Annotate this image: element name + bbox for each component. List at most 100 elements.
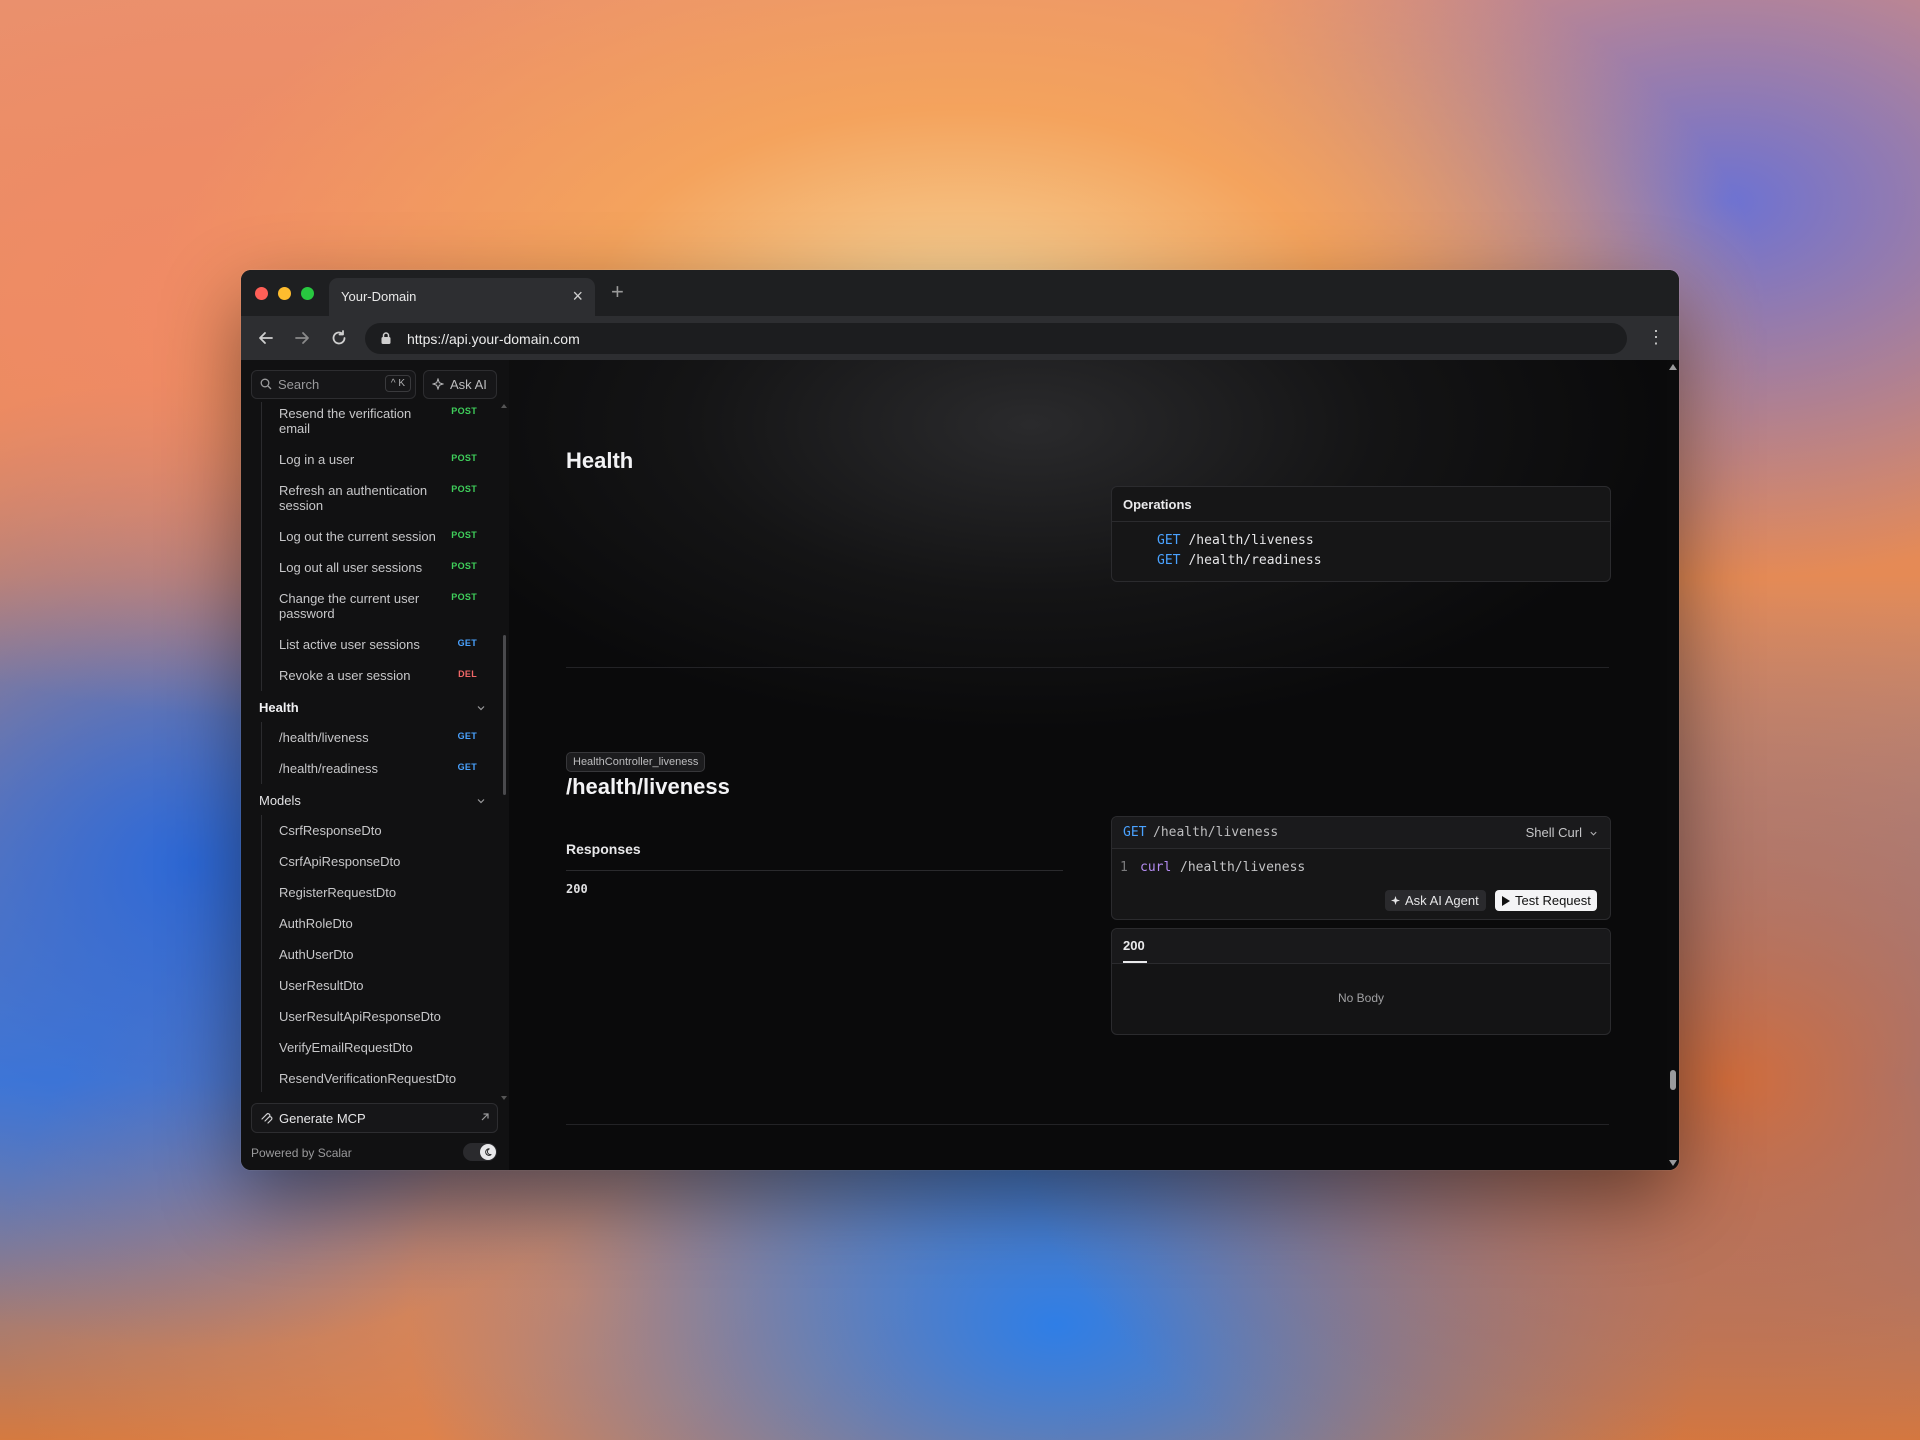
method-badge: GET: [457, 638, 477, 648]
tree-line: [261, 660, 262, 691]
operation-id-badge: HealthController_liveness: [566, 752, 706, 772]
sidebar-model-item[interactable]: ResendVerificationRequestDto: [251, 1063, 483, 1092]
back-icon[interactable]: [253, 325, 279, 351]
sidebar-item-label: Resend the verification email: [279, 406, 412, 436]
toggle-knob: [480, 1144, 496, 1160]
search-placeholder: Search: [278, 377, 320, 392]
method-badge: POST: [451, 406, 477, 416]
browser-menu-icon[interactable]: ⋮: [1647, 326, 1665, 348]
tab-title: Your-Domain: [341, 289, 417, 304]
response-tabs: 200: [1112, 929, 1610, 964]
sidebar-item-list-sessions[interactable]: List active user sessions GET: [251, 629, 483, 660]
sidebar-item-logout-current[interactable]: Log out the current session POST: [251, 521, 483, 552]
method-badge: POST: [451, 592, 477, 602]
tree-line: [261, 521, 262, 552]
external-link-icon: [481, 1113, 489, 1121]
tree-line: [261, 402, 262, 444]
sidebar-item-change-password[interactable]: Change the current user password POST: [251, 583, 483, 629]
chevron-down-icon: [477, 799, 485, 804]
sidebar-model-item[interactable]: UserResultDto: [251, 970, 483, 1001]
tree-line: [261, 939, 262, 970]
operation-link-liveness[interactable]: GET/health/liveness: [1157, 533, 1314, 548]
tree-line: [261, 583, 262, 629]
sidebar-item-login[interactable]: Log in a user POST: [251, 444, 483, 475]
sidebar-item-revoke-session[interactable]: Revoke a user session DEL: [251, 660, 483, 691]
request-header: GET /health/liveness Shell Curl: [1112, 817, 1610, 849]
tree-line: [261, 753, 262, 784]
tree-line: [261, 846, 262, 877]
sidebar-item-label: Change the current user password: [279, 591, 420, 621]
sidebar-item-resend-verification[interactable]: Resend the verification email POST: [251, 402, 483, 444]
sidebar-item-label: /health/readiness: [279, 761, 379, 776]
sidebar-item-logout-all[interactable]: Log out all user sessions POST: [251, 552, 483, 583]
scroll-up-icon[interactable]: [1669, 364, 1677, 370]
sidebar-model-item[interactable]: UserResultApiResponseDto: [251, 1001, 483, 1032]
sidebar-scroll-up-icon[interactable]: [501, 404, 507, 408]
main-scrollbar[interactable]: [1667, 360, 1679, 1170]
test-request-button[interactable]: Test Request: [1495, 890, 1597, 911]
sidebar-item-label: Log out the current session: [279, 529, 436, 544]
operation-link-readiness[interactable]: GET/health/readiness: [1157, 553, 1322, 568]
response-status-code[interactable]: 200: [566, 882, 588, 896]
scroll-down-icon[interactable]: [1669, 1160, 1677, 1166]
sidebar-item-health-liveness[interactable]: /health/liveness GET: [251, 722, 483, 753]
sidebar-item-label: /health/liveness: [279, 730, 369, 745]
sidebar-model-item[interactable]: RegisterRequestDto: [251, 877, 483, 908]
responses-divider: [566, 870, 1063, 871]
tree-line: [261, 1063, 262, 1092]
tree-line: [261, 444, 262, 475]
sidebar-scrollbar[interactable]: [503, 635, 506, 795]
tab-close-icon[interactable]: ×: [572, 286, 583, 306]
new-tab-icon[interactable]: +: [611, 280, 624, 304]
tree-line: [261, 1001, 262, 1032]
sidebar-model-label: ResendVerificationRequestDto: [279, 1071, 457, 1086]
address-bar[interactable]: https://api.your-domain.com: [365, 323, 1627, 354]
sidebar-model-item[interactable]: AuthUserDto: [251, 939, 483, 970]
sidebar-scroll-down-icon[interactable]: [501, 1096, 507, 1100]
method-badge: POST: [451, 453, 477, 463]
lock-icon: [381, 332, 391, 344]
sidebar-group-label: Health: [259, 700, 299, 715]
sidebar-item-label: Revoke a user session: [279, 668, 411, 683]
dark-mode-toggle[interactable]: [463, 1143, 497, 1161]
sidebar-model-item[interactable]: CsrfResponseDto: [251, 815, 483, 846]
tree-line: [261, 552, 262, 583]
generate-mcp-label: Generate MCP: [279, 1111, 366, 1126]
code-command: curl: [1140, 860, 1172, 875]
chevron-down-icon: [477, 706, 485, 711]
sidebar-item-refresh-session[interactable]: Refresh an authentication session POST: [251, 475, 483, 521]
sparkle-icon: [432, 378, 444, 390]
generate-mcp-button[interactable]: Generate MCP: [251, 1103, 498, 1133]
sidebar-model-label: CsrfResponseDto: [279, 823, 382, 838]
scrollbar-thumb[interactable]: [1670, 1070, 1676, 1090]
operations-title: Operations: [1123, 497, 1192, 512]
ask-ai-agent-button[interactable]: Ask AI Agent: [1385, 890, 1486, 911]
reload-icon[interactable]: [326, 325, 352, 351]
tab-200[interactable]: 200: [1123, 938, 1145, 953]
ask-ai-button[interactable]: Ask AI: [423, 370, 497, 399]
active-tab-indicator: [1123, 961, 1147, 963]
language-select[interactable]: Shell Curl: [1526, 825, 1582, 840]
browser-tab[interactable]: Your-Domain ×: [329, 278, 595, 316]
powered-by-label[interactable]: Powered by Scalar: [251, 1146, 352, 1160]
url-text: https://api.your-domain.com: [407, 331, 580, 347]
sidebar-model-label: CsrfApiResponseDto: [279, 854, 401, 869]
sidebar-item-health-readiness[interactable]: /health/readiness GET: [251, 753, 483, 784]
search-input[interactable]: Search ^ K: [251, 370, 416, 399]
request-method: GET: [1123, 825, 1147, 840]
sidebar-model-label: AuthRoleDto: [279, 916, 353, 931]
close-window-button[interactable]: [255, 287, 268, 300]
forward-icon[interactable]: [289, 325, 315, 351]
search-icon: [260, 378, 272, 390]
sidebar-model-item[interactable]: VerifyEmailRequestDto: [251, 1032, 483, 1063]
sidebar-group-models[interactable]: Models: [251, 784, 485, 815]
sidebar-model-item[interactable]: AuthRoleDto: [251, 908, 483, 939]
browser-window: Your-Domain × + https://api.your-domain.…: [241, 270, 1679, 1170]
maximize-window-button[interactable]: [301, 287, 314, 300]
minimize-window-button[interactable]: [278, 287, 291, 300]
ask-ai-label: Ask AI: [450, 377, 487, 392]
response-example-card: 200 No Body: [1111, 928, 1611, 1035]
sidebar-model-item[interactable]: CsrfApiResponseDto: [251, 846, 483, 877]
sidebar-group-health[interactable]: Health: [251, 691, 485, 722]
tab-bar: Your-Domain × +: [241, 270, 1679, 316]
